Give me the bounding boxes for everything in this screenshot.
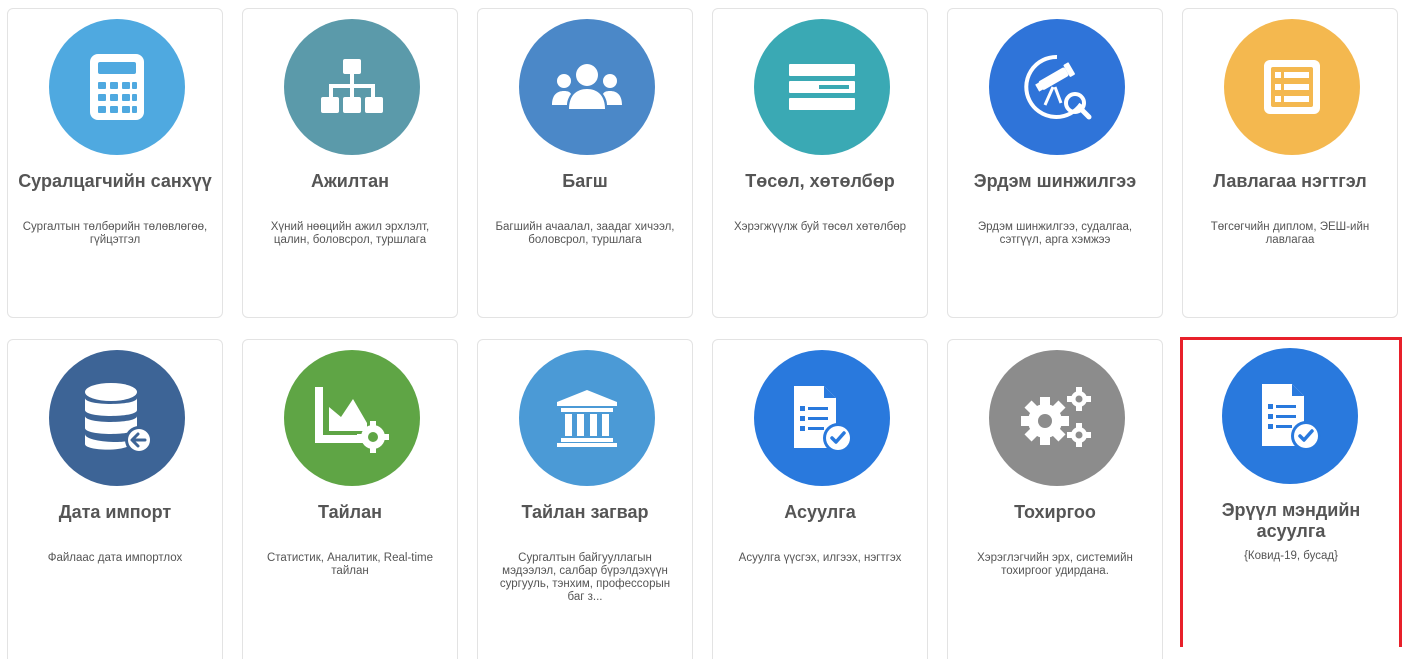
tile-title: Эрүүл мэндийн асуулга bbox=[1221, 500, 1361, 541]
tile-description: Сургалтын төлбөрийн төлөвлөгөө, гүйцэтгэ… bbox=[22, 221, 208, 246]
telescope-search-icon bbox=[989, 19, 1125, 155]
tile-description: Сургалтын байгууллагын мэдээлэл, салбар … bbox=[499, 552, 671, 603]
tile-title: Лавлагаа нэгтгэл bbox=[1213, 171, 1367, 191]
tile-description: Файлаас дата импортлох bbox=[47, 552, 183, 564]
tile-title: Ажилтан bbox=[311, 171, 389, 191]
users-icon bbox=[519, 19, 655, 155]
tile-teacher[interactable]: Багш Багшийн ачаалал, заадаг хичээл, бол… bbox=[477, 8, 693, 318]
tile-research[interactable]: Эрдэм шинжилгээ Эрдэм шинжилгээ, судалга… bbox=[947, 8, 1163, 318]
tile-title: Тохиргоо bbox=[1014, 502, 1096, 522]
tile-employee[interactable]: Ажилтан Хүний нөөцийн ажил эрхлэлт, цали… bbox=[242, 8, 458, 318]
tile-title: Дата импорт bbox=[58, 502, 172, 522]
tile-description: {Ковид-19, бусад} bbox=[1244, 550, 1338, 562]
list-bars-icon bbox=[754, 19, 890, 155]
checklist-check-icon bbox=[1222, 348, 1358, 484]
tile-title: Багш bbox=[562, 171, 608, 191]
tile-title: Тайлан загвар bbox=[521, 502, 649, 522]
tile-description: Хэрэглэгчийн эрх, системийн тохиргоог уд… bbox=[977, 552, 1133, 577]
institution-icon bbox=[519, 350, 655, 486]
tile-report[interactable]: Тайлан Статистик, Аналитик, Real-time та… bbox=[242, 339, 458, 659]
org-chart-icon bbox=[284, 19, 420, 155]
tile-description: Хэрэгжүүлж буй төсөл хөтөлбөр bbox=[733, 221, 907, 233]
database-import-icon bbox=[49, 350, 185, 486]
tile-settings[interactable]: Тохиргоо Хэрэглэгчийн эрх, системийн тох… bbox=[947, 339, 1163, 659]
tile-description: Хүний нөөцийн ажил эрхлэлт, цалин, болов… bbox=[270, 221, 430, 246]
calculator-icon bbox=[49, 19, 185, 155]
tile-description: Төгсөгчийн диплом, ЭЕШ-ийн лавлагаа bbox=[1210, 221, 1370, 246]
tile-description: Багшийн ачаалал, заадаг хичээл, боловсро… bbox=[495, 221, 675, 246]
checklist-check-icon bbox=[754, 350, 890, 486]
module-grid: Суралцагчийн санхүү Сургалтын төлбөрийн … bbox=[0, 0, 1402, 659]
tile-project[interactable]: Төсөл, хөтөлбөр Хэрэгжүүлж буй төсөл хөт… bbox=[712, 8, 928, 318]
document-list-icon bbox=[1224, 19, 1360, 155]
tile-title: Тайлан bbox=[318, 502, 382, 522]
tile-report-template[interactable]: Тайлан загвар Сургалтын байгууллагын мэд… bbox=[477, 339, 693, 659]
tile-title: Суралцагчийн санхүү bbox=[18, 171, 212, 191]
gears-icon bbox=[989, 350, 1125, 486]
tile-title: Эрдэм шинжилгээ bbox=[973, 171, 1137, 191]
tile-data-import[interactable]: Дата импорт Файлаас дата импортлох bbox=[7, 339, 223, 659]
chart-settings-icon bbox=[284, 350, 420, 486]
tile-health-survey[interactable]: Эрүүл мэндийн асуулга {Ковид-19, бусад} bbox=[1180, 337, 1402, 647]
tile-survey[interactable]: Асуулга Асуулга үүсгэх, илгээх, нэгтгэх bbox=[712, 339, 928, 659]
tile-description: Асуулга үүсгэх, илгээх, нэгтгэх bbox=[738, 552, 902, 564]
tile-title: Төсөл, хөтөлбөр bbox=[745, 171, 895, 191]
tile-reference[interactable]: Лавлагаа нэгтгэл Төгсөгчийн диплом, ЭЕШ-… bbox=[1182, 8, 1398, 318]
tile-description: Эрдэм шинжилгээ, судалгаа, сэтгүүл, арга… bbox=[977, 221, 1133, 246]
tile-title: Асуулга bbox=[784, 502, 856, 522]
tile-student-finance[interactable]: Суралцагчийн санхүү Сургалтын төлбөрийн … bbox=[7, 8, 223, 318]
tile-description: Статистик, Аналитик, Real-time тайлан bbox=[266, 552, 433, 577]
